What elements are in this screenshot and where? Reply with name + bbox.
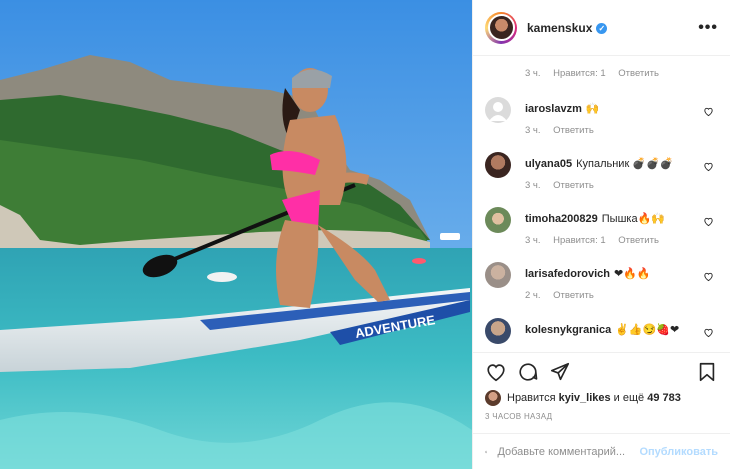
comment-body: timoha200829 Пышка🔥🙌 [525,212,696,226]
comment-text: Купальник 💣💣💣 [576,158,674,170]
like-comment-heart-icon[interactable] [703,161,714,172]
commenter-avatar[interactable] [485,97,511,123]
like-comment-heart-icon[interactable] [703,327,714,338]
reply-button[interactable]: Ответить [553,290,594,301]
comment-bubble-icon[interactable] [517,361,539,383]
default-avatar-icon [489,102,507,121]
comment-item: ulyana05 Купальник 💣💣💣 3 ч. Ответить [485,152,718,202]
post-photo[interactable]: ADVENTURE [0,0,472,469]
add-comment-bar: Опубликовать [473,433,730,469]
commenter-avatar[interactable] [485,318,511,344]
share-send-icon[interactable] [549,361,571,383]
likes-middle: и ещё [613,392,645,404]
author-username-text[interactable]: kamenskux [527,21,592,35]
reply-button[interactable]: Ответить [553,125,594,136]
comment-meta: 3 ч. Нравится: 1 Ответить [525,68,669,79]
comment-input[interactable] [497,445,640,458]
commenter-username[interactable]: iaroslavzm [525,103,582,115]
comment-meta: 3 ч. Нравится: 1 Ответить [525,235,669,246]
save-bookmark-icon[interactable] [696,361,718,383]
more-horizontal-icon[interactable]: ••• [698,19,718,37]
comments-list[interactable]: 3 ч. Нравится: 1 Ответить iaroslavzm 🙌 3 … [473,42,730,352]
liker-username[interactable]: kyiv_likes [559,392,611,404]
comment-text: ❤🔥🔥 [613,268,651,280]
commenter-avatar[interactable] [485,152,511,178]
comment-time: 3 ч. [525,235,541,246]
comment-time: 3 ч. [525,125,541,136]
commenter-avatar[interactable] [485,207,511,233]
verified-badge-icon: ✓ [596,22,608,34]
likes-count[interactable]: 49 783 [647,392,681,404]
commenter-username[interactable]: larisafedorovich [525,268,610,280]
author-avatar[interactable] [485,11,517,44]
comment-item: larisafedorovich ❤🔥🔥 2 ч. Ответить [485,262,718,312]
likes-summary: Нравится kyiv_likes и ещё 49 783 [485,388,718,408]
commenter-username[interactable]: kolesnykgranica [525,324,611,336]
reply-button[interactable]: Ответить [618,68,659,79]
commenter-username[interactable]: ulyana05 [525,158,572,170]
comment-body: larisafedorovich ❤🔥🔥 [525,267,696,281]
commenter-avatar[interactable] [485,262,511,288]
liker-avatar[interactable] [485,390,501,406]
comment-likes[interactable]: Нравится: 1 [553,68,605,79]
post-panel: kamenskux ✓ ••• 3 ч. Нравится: 1 Ответить… [472,0,730,469]
comment-meta: 2 ч. Ответить [525,290,604,301]
like-comment-heart-icon[interactable] [703,216,714,227]
comment-time: 3 ч. [525,180,541,191]
like-comment-heart-icon[interactable] [703,106,714,117]
publish-button[interactable]: Опубликовать [639,446,718,458]
comment-likes[interactable]: Нравится: 1 [553,235,605,246]
comment-body: kolesnykgranica ✌👍😏🍓❤ [525,323,696,337]
comment-body: iaroslavzm 🙌 [525,102,696,116]
comment-time: 2 ч. [525,290,541,301]
comment-time: 3 ч. [525,68,541,79]
comment-text: Пышка🔥🙌 [601,213,665,225]
like-comment-heart-icon[interactable] [703,271,714,282]
comment-meta: 3 ч. Ответить [525,125,604,136]
post-actions [473,352,730,388]
commenter-username[interactable]: timoha200829 [525,213,598,225]
comment-text: 🙌 [585,103,600,115]
comment-item: timoha200829 Пышка🔥🙌 3 ч. Нравится: 1 Отв… [485,207,718,257]
comment-body: ulyana05 Купальник 💣💣💣 [525,157,696,171]
reply-button[interactable]: Ответить [553,180,594,191]
post-image: ADVENTURE [0,0,472,469]
likes-prefix: Нравится [507,392,556,404]
author-username[interactable]: kamenskux ✓ [527,21,608,35]
comment-item-partial: 3 ч. Нравится: 1 Ответить [485,42,718,82]
post-timestamp[interactable]: 3 ЧАСОВ НАЗАД [485,412,552,421]
comment-item: iaroslavzm 🙌 3 ч. Ответить [485,97,718,147]
comment-meta: 3 ч. Ответить [525,180,604,191]
emoji-smiley-icon[interactable] [485,442,488,462]
like-heart-icon[interactable] [485,361,507,383]
comment-text: ✌👍😏🍓❤ [615,324,680,336]
avatar-image [487,14,515,41]
reply-button[interactable]: Ответить [618,235,659,246]
comment-item: kolesnykgranica ✌👍😏🍓❤ [485,318,718,352]
